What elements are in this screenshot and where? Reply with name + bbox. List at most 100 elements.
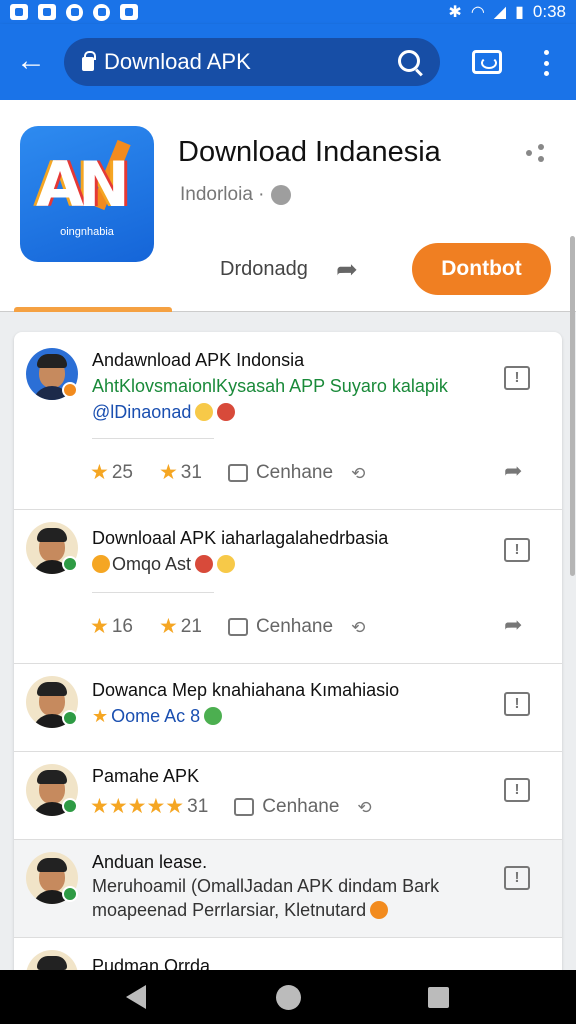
post-text-2: @lDinaonad [92, 402, 236, 423]
star-icon: ★ [158, 615, 178, 638]
emoji-icon [195, 403, 214, 421]
bluetooth-icon: ✱ [448, 4, 462, 21]
wifi-icon: ◠ [470, 4, 485, 21]
star-count: 31 [180, 461, 202, 483]
report-icon[interactable]: ! [504, 866, 530, 890]
like-button[interactable]: ★ 25 [90, 460, 133, 485]
user-badge-icon [62, 382, 78, 398]
developer-line[interactable]: Indorloia · [180, 184, 291, 206]
app-icon-letters: AN [36, 148, 130, 221]
post-text-2: moapeenad Perrlarsiar, Kletnutard [92, 900, 389, 921]
star-emoji-icon [92, 555, 110, 573]
report-icon[interactable]: ! [504, 692, 530, 716]
post-text: Omqo Ast [112, 554, 192, 574]
post-text: Oome Ac 8 [111, 706, 201, 726]
app-icon: AN oingnhabia [20, 126, 154, 262]
comment-icon [227, 617, 248, 636]
comment-button[interactable]: Cenhane [227, 615, 334, 638]
nav-recents-icon[interactable] [428, 987, 449, 1008]
app-title: Download Indanesia [178, 136, 441, 168]
repost-icon[interactable]: ⟲ [351, 464, 373, 483]
repost-icon[interactable]: ⟲ [357, 798, 379, 817]
secondary-action[interactable]: Drdonadg [220, 258, 308, 281]
scrollbar[interactable] [570, 236, 575, 576]
comment-feed: Andawnload APK Indonsia AhtKlovsmaionlKy… [14, 332, 562, 972]
status-bar: ✱ ◠ ◢ ▮ 0:38 [0, 0, 576, 24]
post-text: Meruhoamil (OmallJadan APK dindam Bark [92, 876, 440, 896]
star-icon: ★ [90, 461, 109, 484]
emoji-icon [217, 555, 236, 573]
emoji-icon [204, 707, 223, 725]
app-icon-subtext: oingnhabia [60, 226, 114, 238]
rate-button[interactable]: ★ 21 [159, 614, 202, 639]
notification-icon [10, 3, 28, 20]
comment-label: Cenhane [255, 615, 334, 637]
overflow-menu-icon[interactable] [540, 50, 552, 76]
like-button[interactable]: ★ 16 [90, 614, 133, 639]
like-count: 25 [111, 461, 133, 483]
post-reactions: Omqo Ast [92, 554, 236, 575]
app-bar: ← Download APK [0, 24, 576, 100]
star-icon: ★ [92, 706, 109, 726]
star-count: 21 [180, 615, 202, 637]
like-count: 16 [111, 615, 133, 637]
share-dots-icon[interactable] [526, 144, 548, 162]
rate-button[interactable]: ★ 31 [159, 460, 202, 485]
developer-name[interactable]: Indorloia · [180, 184, 265, 206]
search-query[interactable]: Download APK [104, 49, 251, 75]
user-badge-icon [62, 556, 78, 572]
tabs-icon[interactable] [472, 50, 502, 74]
report-icon[interactable]: ! [504, 366, 530, 390]
gallery-icon-2 [120, 3, 138, 20]
avatar[interactable] [26, 950, 78, 972]
comment-button[interactable]: Cenhane [234, 796, 339, 818]
post-actions: ★★★★★ 31 Cenhane ⟲ [90, 794, 379, 819]
search-bar[interactable]: Download APK [64, 38, 440, 86]
search-icon[interactable] [398, 50, 420, 72]
feed-post[interactable]: Dowanca Mep knahiahana Kımahiasio ★ Oome … [14, 664, 562, 752]
post-title: Pamahe APK [92, 766, 200, 786]
comment-label: Cenhane [255, 461, 334, 483]
share-post-icon[interactable]: ➦ [504, 458, 522, 484]
feed-post[interactable]: Pamahe APK ★★★★★ 31 Cenhane ⟲ ! [14, 752, 562, 840]
emoji-icon [217, 403, 236, 421]
share-post-icon[interactable]: ➦ [504, 612, 522, 638]
star-icon: ★ [158, 461, 178, 484]
app-header: AN oingnhabia Download Indanesia Indorlo… [0, 100, 576, 312]
verified-icon [270, 185, 291, 205]
feed-post[interactable]: Pudman Orrda [14, 938, 562, 972]
signal-icon: ◢ [493, 4, 507, 21]
emoji-icon [195, 555, 214, 573]
divider [92, 592, 214, 593]
active-tab-indicator [14, 307, 172, 312]
nav-back-icon[interactable] [126, 985, 146, 1009]
feed-post[interactable]: Downloaal APK iaharlagalahedrbasia Omqo … [14, 510, 562, 664]
comment-button[interactable]: Cenhane [227, 461, 334, 484]
post-mention[interactable]: @lDinaonad [92, 402, 191, 422]
star-icon: ★★★★★ [90, 795, 185, 818]
post-title: Andawnload APK Indonsia [92, 350, 305, 370]
emoji-icon [370, 901, 389, 919]
post-reactions: ★ Oome Ac 8 [92, 706, 223, 727]
report-icon[interactable]: ! [504, 538, 530, 562]
post-text-line: moapeenad Perrlarsiar, Kletnutard [92, 900, 367, 920]
post-title: Dowanca Mep knahiahana Kımahiasio [92, 680, 400, 700]
lock-icon [82, 51, 96, 71]
share-icon[interactable]: ➦ [336, 254, 370, 284]
install-button[interactable]: Dontbot [412, 243, 551, 295]
status-time: 0:38 [532, 2, 566, 21]
feed-post[interactable]: Andawnload APK Indonsia AhtKlovsmaionlKy… [14, 332, 562, 510]
rating-stars[interactable]: ★★★★★ 31 [90, 794, 208, 819]
gallery-icon [38, 3, 56, 20]
user-badge-icon [62, 886, 78, 902]
back-arrow-icon[interactable]: ← [14, 44, 48, 78]
nav-home-icon[interactable] [276, 985, 301, 1010]
user-badge-icon [62, 710, 78, 726]
star-icon: ★ [90, 615, 109, 638]
system-nav-bar [0, 970, 576, 1024]
post-title: Downloaal APK iaharlagalahedrbasia [92, 528, 389, 548]
feed-post[interactable]: Anduan lease. Meruhoamil (OmallJadan APK… [14, 840, 562, 938]
sync-icon [66, 3, 83, 21]
repost-icon[interactable]: ⟲ [351, 618, 373, 637]
report-icon[interactable]: ! [504, 778, 530, 802]
